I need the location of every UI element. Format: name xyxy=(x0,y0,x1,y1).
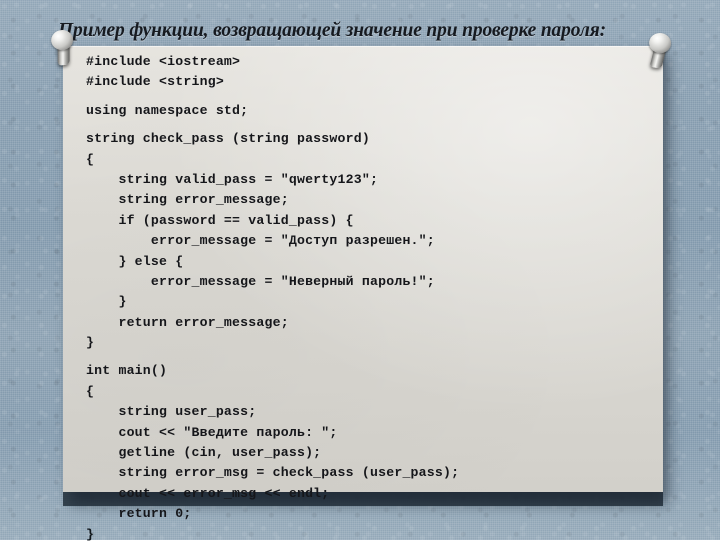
code-line: string user_pass; xyxy=(86,404,257,420)
code-line: { xyxy=(86,151,95,167)
code-line: error_message = "Неверный пароль!"; xyxy=(86,273,435,289)
code-line: string valid_pass = "qwerty123"; xyxy=(86,171,379,187)
code-line: #include <string> xyxy=(86,74,224,90)
code-line: cout << "Введите пароль: "; xyxy=(86,424,338,440)
code-line: cout << error_msg << endl; xyxy=(86,485,330,501)
code-line: int main() xyxy=(86,363,168,379)
code-line: using namespace std; xyxy=(86,102,249,118)
code-line: #include <iostream> xyxy=(86,54,241,69)
code-line: string error_msg = check_pass (user_pass… xyxy=(86,465,460,481)
slide-canvas: Пример функции, возвращающей значение пр… xyxy=(0,0,720,542)
pin-head xyxy=(647,31,673,55)
code-line: } else { xyxy=(86,253,184,269)
code-line: string check_pass (string password) xyxy=(86,131,370,147)
code-line: } xyxy=(86,526,95,542)
code-line: getline (cin, user_pass); xyxy=(86,445,322,461)
pin-head xyxy=(50,28,75,52)
page-title: Пример функции, возвращающей значение пр… xyxy=(58,20,606,41)
code-line: } xyxy=(86,335,95,351)
code-line: string error_message; xyxy=(86,192,289,208)
push-pin-icon-left xyxy=(50,28,76,67)
code-block: #include <iostream> #include <string> usin… xyxy=(86,52,686,545)
code-line: return 0; xyxy=(86,506,192,522)
code-line: } xyxy=(86,294,127,310)
code-line: error_message = "Доступ разрешен."; xyxy=(86,233,435,249)
code-line: { xyxy=(86,383,95,399)
code-line: return error_message; xyxy=(86,314,289,330)
code-line: if (password == valid_pass) { xyxy=(86,212,354,228)
